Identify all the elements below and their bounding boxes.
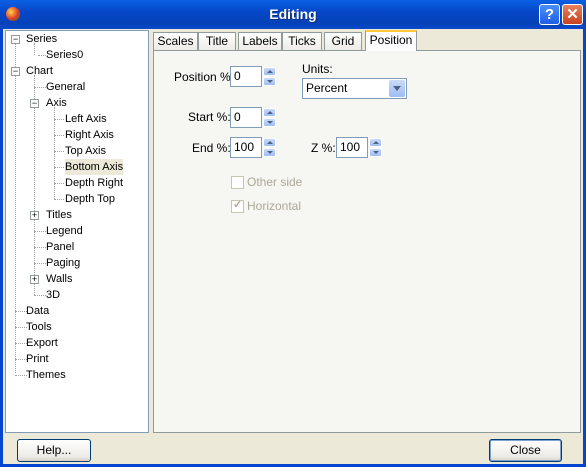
tree-item-walls[interactable]: Walls: [46, 271, 72, 287]
position-tab-panel: Position %: 0 Units: Percent Start %: 0 …: [153, 50, 581, 433]
tab-title[interactable]: Title: [198, 32, 236, 50]
position-input[interactable]: 0: [230, 66, 262, 87]
tree-item-themes[interactable]: Themes: [26, 367, 66, 383]
other-side-label: Other side: [247, 175, 303, 189]
window-title: Editing: [269, 6, 317, 22]
horizontal-checkbox[interactable]: [231, 198, 244, 213]
tab-ticks[interactable]: Ticks: [282, 32, 322, 50]
tree-item-3d[interactable]: 3D: [46, 287, 60, 303]
tree-item-print[interactable]: Print: [26, 351, 49, 367]
collapse-series-toggle[interactable]: −: [11, 35, 20, 44]
horizontal-label: Horizontal: [247, 199, 302, 213]
tree-item-chart[interactable]: Chart: [26, 63, 53, 79]
tab-position[interactable]: Position: [365, 30, 417, 51]
collapse-chart-toggle[interactable]: −: [11, 67, 20, 76]
tree-item-tools[interactable]: Tools: [26, 319, 52, 335]
tree-item-data[interactable]: Data: [26, 303, 49, 319]
units-select[interactable]: Percent: [302, 78, 407, 99]
help-icon-button[interactable]: ?: [539, 4, 560, 25]
tree-item-depth-right[interactable]: Depth Right: [65, 175, 123, 191]
start-label: Start %:: [188, 110, 231, 124]
expand-walls-toggle[interactable]: +: [30, 275, 39, 284]
start-spinner[interactable]: 0: [230, 107, 276, 128]
tree-item-series0[interactable]: Series0: [46, 47, 83, 63]
tab-labels[interactable]: Labels: [238, 32, 282, 50]
title-bar: Editing ? ✕: [0, 0, 586, 29]
tree-item-export[interactable]: Export: [26, 335, 58, 351]
z-up-icon[interactable]: [369, 138, 382, 147]
tree-item-bottom-axis[interactable]: Bottom Axis: [65, 159, 124, 175]
end-spinner[interactable]: 100: [230, 137, 276, 158]
z-spinner[interactable]: 100: [336, 137, 382, 158]
units-value: Percent: [306, 81, 348, 95]
z-down-icon[interactable]: [369, 148, 382, 157]
close-window-button[interactable]: ✕: [562, 4, 583, 25]
tree-item-left-axis[interactable]: Left Axis: [65, 111, 107, 127]
tree-item-depth-top[interactable]: Depth Top: [65, 191, 115, 207]
z-input[interactable]: 100: [336, 137, 368, 158]
editor-tree[interactable]: − Series Series0 − Chart General − Axis …: [5, 30, 149, 433]
tree-item-axis[interactable]: Axis: [46, 95, 67, 111]
start-input[interactable]: 0: [230, 107, 262, 128]
chevron-down-icon[interactable]: [389, 80, 405, 97]
tree-item-panel[interactable]: Panel: [46, 239, 74, 255]
tree-item-general[interactable]: General: [46, 79, 85, 95]
end-label: End %:: [192, 141, 231, 155]
other-side-checkbox[interactable]: [231, 176, 244, 189]
expand-titles-toggle[interactable]: +: [30, 211, 39, 220]
end-down-icon[interactable]: [263, 148, 276, 157]
position-up-icon[interactable]: [263, 67, 276, 76]
tree-item-legend[interactable]: Legend: [46, 223, 83, 239]
end-input[interactable]: 100: [230, 137, 262, 158]
help-button[interactable]: Help...: [17, 439, 91, 462]
tree-item-titles[interactable]: Titles: [46, 207, 72, 223]
units-label: Units:: [302, 62, 333, 76]
tab-scales[interactable]: Scales: [153, 32, 198, 50]
close-button[interactable]: Close: [489, 439, 562, 462]
start-up-icon[interactable]: [263, 108, 276, 117]
position-down-icon[interactable]: [263, 77, 276, 86]
z-label: Z %:: [311, 141, 336, 155]
end-up-icon[interactable]: [263, 138, 276, 147]
tab-grid[interactable]: Grid: [324, 32, 362, 50]
tree-item-top-axis[interactable]: Top Axis: [65, 143, 106, 159]
position-spinner[interactable]: 0: [230, 66, 276, 87]
tree-item-paging[interactable]: Paging: [46, 255, 80, 271]
start-down-icon[interactable]: [263, 118, 276, 127]
tree-item-right-axis[interactable]: Right Axis: [65, 127, 114, 143]
position-label: Position %:: [174, 70, 235, 84]
collapse-axis-toggle[interactable]: −: [30, 99, 39, 108]
tree-item-series[interactable]: Series: [26, 31, 57, 47]
